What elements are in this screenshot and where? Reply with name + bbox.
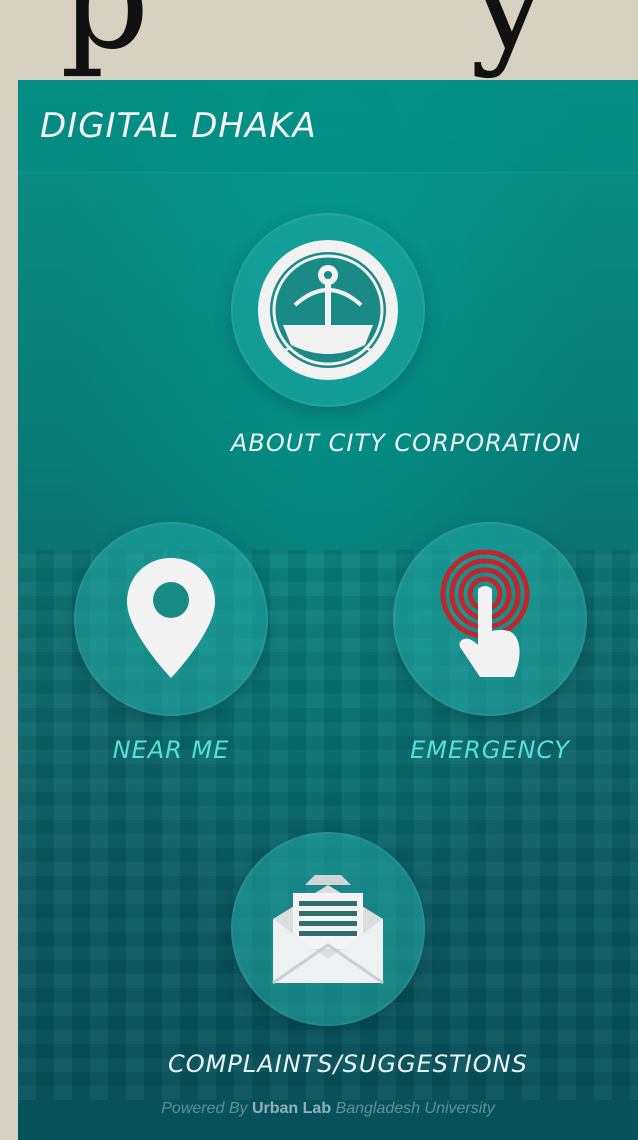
phone-screen: DIGITAL DHAKA ABOUT CITY CORPORATION NEA… [18,80,638,1140]
envelope-letter-icon [272,875,384,985]
complaints-suggestions-tile[interactable]: COMPLAINTS/SUGGESTIONS [168,832,528,1078]
top-backdrop: p y [0,0,638,80]
app-title: DIGITAL DHAKA [40,106,317,146]
about-city-corporation-label: ABOUT CITY CORPORATION [231,429,582,457]
emergency-label: EMERGENCY [410,736,570,764]
near-me-label: NEAR ME [112,736,230,764]
emergency-touch-icon [440,549,530,677]
backdrop-glyph-right: y [470,0,549,70]
near-me-circle[interactable] [74,522,268,716]
footer-brand-link[interactable]: Urban Lab [252,1100,331,1117]
footer: Powered By Urban Lab Bangladesh Universi… [18,1100,638,1140]
backdrop-glyph-left: p [60,0,150,70]
app-bar: DIGITAL DHAKA [18,80,638,173]
city-corporation-logo-icon [258,240,398,380]
emergency-tile[interactable]: EMERGENCY [393,522,587,764]
footer-suffix: Bangladesh University [335,1100,495,1117]
complaints-circle[interactable] [231,832,425,1026]
about-circle[interactable] [231,213,425,407]
about-city-corporation-tile[interactable]: ABOUT CITY CORPORATION [231,213,582,457]
complaints-suggestions-label: COMPLAINTS/SUGGESTIONS [168,1050,528,1078]
footer-prefix: Powered By [161,1100,248,1117]
location-pin-icon [127,558,215,678]
emergency-circle[interactable] [393,522,587,716]
near-me-tile[interactable]: NEAR ME [74,522,268,764]
